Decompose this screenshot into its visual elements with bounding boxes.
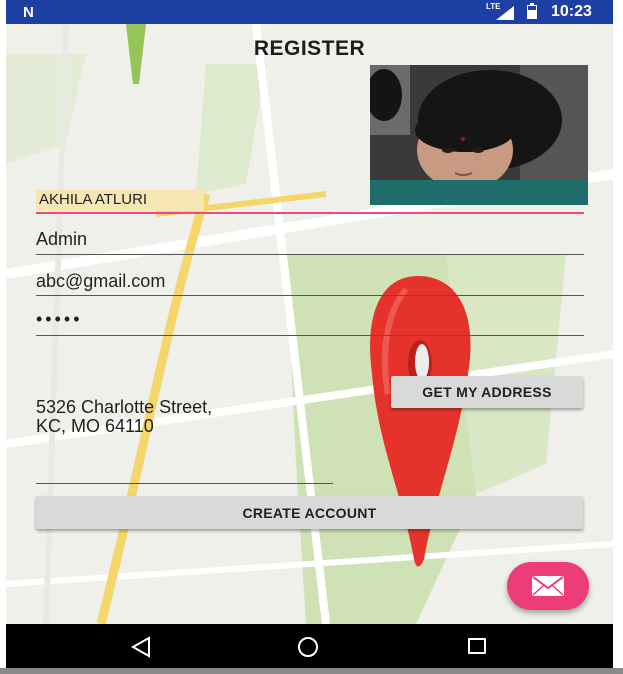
name-field-underline <box>36 212 584 214</box>
email-field-value: abc@gmail.com <box>36 271 166 291</box>
page-title: REGISTER <box>253 37 366 60</box>
mail-fab-button[interactable] <box>507 562 589 610</box>
signal-icon <box>496 6 514 20</box>
phone-screen: N LTE 10:23 REGISTER AKHILA ATLURI Admin… <box>6 0 613 668</box>
mail-icon <box>532 576 564 596</box>
notification-icon: N <box>23 4 34 21</box>
address-text: 5326 Charlotte Street, KC, MO 64110 <box>36 398 212 436</box>
status-bar: N LTE 10:23 <box>6 0 613 24</box>
create-account-button[interactable]: CREATE ACCOUNT <box>36 496 583 529</box>
email-field-underline <box>36 295 584 296</box>
profile-photo[interactable] <box>370 65 588 205</box>
recent-apps-square-icon[interactable] <box>468 638 486 654</box>
status-time: 10:23 <box>551 3 592 20</box>
address-line-2: KC, MO 64110 <box>36 416 154 436</box>
home-circle-icon[interactable] <box>296 636 320 658</box>
battery-icon <box>527 3 537 19</box>
role-field-value: Admin <box>36 229 88 249</box>
bottom-border <box>0 668 623 674</box>
password-field-value: ••••• <box>36 309 83 329</box>
navigation-bar <box>6 624 613 668</box>
profile-photo-image <box>370 65 588 205</box>
get-my-address-button[interactable]: GET MY ADDRESS <box>391 376 583 408</box>
name-field-value: AKHILA ATLURI <box>39 191 148 208</box>
back-triangle-icon[interactable] <box>130 636 152 658</box>
role-field-underline <box>36 254 584 255</box>
address-line-1: 5326 Charlotte Street, <box>36 397 213 417</box>
address-underline <box>36 483 333 484</box>
register-content: REGISTER AKHILA ATLURI Admin abc@gmail.c… <box>6 24 613 624</box>
password-field-underline <box>36 335 584 336</box>
